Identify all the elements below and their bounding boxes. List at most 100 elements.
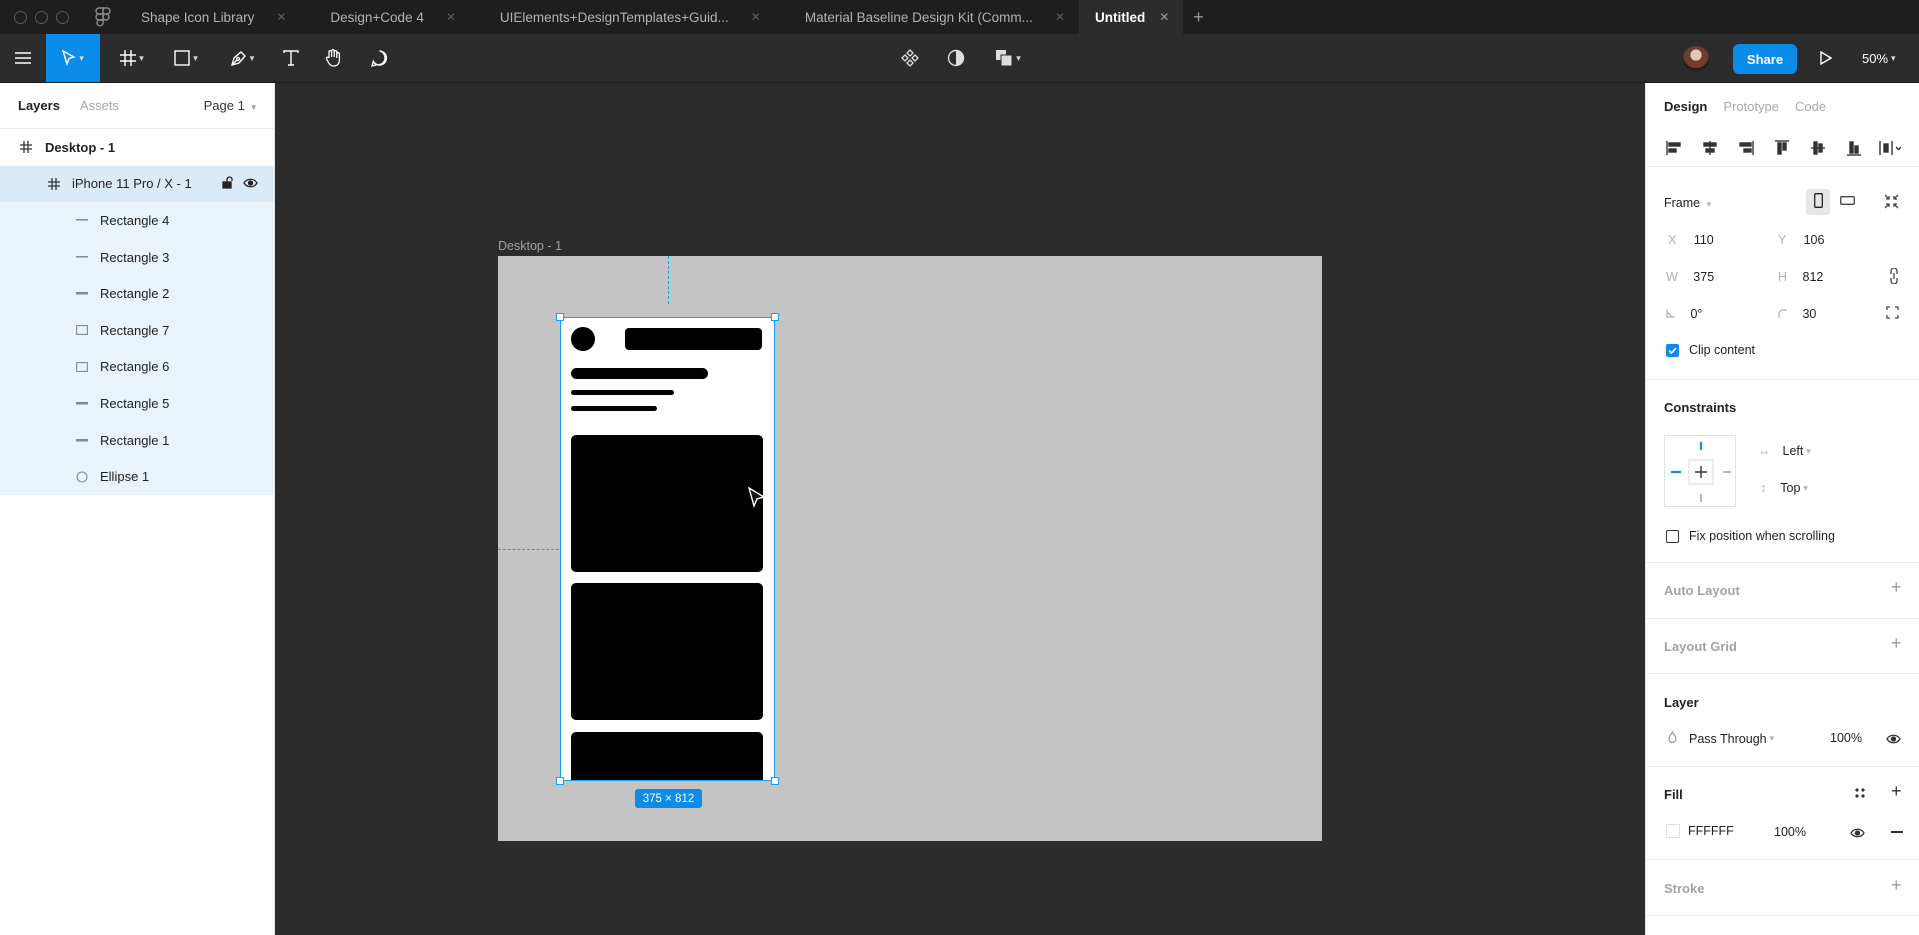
comment-tool-button[interactable] (364, 34, 394, 82)
resize-handle-bottom-left[interactable] (556, 777, 564, 785)
rotation-field[interactable]: 0° (1666, 307, 1702, 321)
tab-design-code-4[interactable]: Design+Code 4 ✕ (300, 0, 470, 34)
components-button[interactable] (896, 34, 924, 82)
close-tab-icon[interactable]: ✕ (276, 10, 286, 24)
tab-design[interactable]: Design (1664, 99, 1707, 114)
x-field[interactable]: X 110 (1668, 233, 1714, 247)
mask-button[interactable] (942, 34, 970, 82)
zoom-dropdown[interactable]: 50% ▾ (1862, 34, 1896, 82)
tab-code[interactable]: Code (1795, 99, 1826, 114)
resize-to-fit-button[interactable] (1884, 194, 1899, 212)
eye-visibility-icon[interactable] (243, 176, 258, 191)
layer-rectangle-7[interactable]: Rectangle 7 (0, 311, 274, 349)
new-tab-plus-icon[interactable]: + (1193, 7, 1204, 28)
height-field[interactable]: H 812 (1778, 270, 1823, 284)
layer-rectangle-2[interactable]: Rectangle 2 (0, 275, 274, 312)
layer-ellipse-1[interactable]: Ellipse 1 (0, 458, 274, 495)
fill-hex-value[interactable]: FFFFFF (1688, 824, 1734, 838)
width-field[interactable]: W 375 (1666, 270, 1714, 284)
align-bottom-icon[interactable] (1842, 136, 1866, 160)
layer-desktop-1[interactable]: Desktop - 1 (0, 129, 274, 166)
figma-logo-icon[interactable] (95, 7, 111, 27)
fill-visibility-eye-icon[interactable] (1850, 827, 1865, 841)
layer-rectangle-3[interactable]: Rectangle 3 (0, 238, 274, 276)
close-tab-icon[interactable]: ✕ (446, 10, 456, 24)
fill-styles-grid-icon[interactable] (1854, 787, 1866, 802)
fix-position-checkbox[interactable]: Fix position when scrolling (1666, 529, 1835, 543)
boolean-operations-button[interactable]: ▾ (988, 34, 1028, 82)
spacing-guide-horizontal (498, 549, 559, 550)
independent-corners-button[interactable] (1886, 306, 1899, 322)
tab-assets[interactable]: Assets (80, 98, 119, 113)
tab-shape-icon-library[interactable]: Shape Icon Library ✕ (111, 0, 300, 34)
tab-uielements[interactable]: UIElements+DesignTemplates+Guid... ✕ (470, 0, 775, 34)
fill-opacity-field[interactable]: 100% (1774, 825, 1806, 839)
align-vertical-center-icon[interactable] (1806, 136, 1830, 160)
section-divider (1646, 379, 1919, 380)
portrait-orientation-button[interactable] (1806, 189, 1830, 215)
main-menu-button[interactable] (8, 34, 38, 82)
pen-tool-button[interactable]: ▾ (222, 34, 262, 82)
align-horizontal-center-icon[interactable] (1698, 136, 1722, 160)
add-layout-grid-plus-icon[interactable]: + (1891, 633, 1902, 654)
remove-fill-minus-icon[interactable] (1891, 831, 1903, 833)
horizontal-constraint-dropdown[interactable]: ↔ Left ▾ (1758, 444, 1811, 458)
move-tool-button[interactable]: ▾ (46, 34, 100, 82)
landscape-orientation-button[interactable] (1840, 195, 1855, 209)
constrain-proportions-button[interactable] (1890, 267, 1898, 287)
add-auto-layout-plus-icon[interactable]: + (1891, 577, 1902, 598)
align-right-icon[interactable] (1734, 136, 1758, 160)
vertical-constraint-dropdown[interactable]: ↕ Top ▾ (1760, 481, 1808, 495)
layer-rectangle-6[interactable]: Rectangle 6 (0, 348, 274, 386)
constraints-widget[interactable] (1664, 435, 1736, 507)
resize-handle-top-right[interactable] (771, 313, 779, 321)
layer-rectangle-1[interactable]: Rectangle 1 (0, 421, 274, 459)
properties-panel: Design Prototype Code Frame ▾ X 110 Y 10… (1645, 83, 1919, 935)
layer-iphone-frame[interactable]: iPhone 11 Pro / X - 1 (0, 165, 274, 203)
tab-prototype[interactable]: Prototype (1723, 99, 1779, 114)
layer-rectangle-4[interactable]: Rectangle 4 (0, 202, 274, 239)
layer-rectangle-5[interactable]: Rectangle 5 (0, 385, 274, 422)
pen-icon (230, 50, 247, 67)
distribute-spacing-icon[interactable] (1878, 136, 1902, 160)
layer-opacity-field[interactable]: 100% (1830, 731, 1862, 745)
minimize-window-button[interactable] (35, 10, 48, 24)
frame-preset-dropdown[interactable]: Frame ▾ (1664, 196, 1711, 210)
frame-label: Frame (1664, 196, 1701, 210)
avatar[interactable] (1683, 46, 1709, 72)
fill-color-swatch[interactable] (1666, 824, 1680, 838)
clip-content-checkbox[interactable]: Clip content (1666, 343, 1755, 357)
present-button[interactable] (1816, 34, 1836, 82)
unlock-icon[interactable] (222, 176, 233, 192)
resize-handle-top-left[interactable] (556, 313, 564, 321)
shape-tool-button[interactable]: ▾ (166, 34, 206, 82)
layout-grid-title[interactable]: Layout Grid (1664, 639, 1737, 654)
share-button[interactable]: Share (1733, 44, 1797, 74)
close-tab-icon[interactable]: ✕ (751, 10, 761, 24)
layer-visibility-eye-icon[interactable] (1886, 733, 1901, 747)
close-tab-icon[interactable]: ✕ (1055, 10, 1065, 24)
tab-untitled[interactable]: Untitled ✕ (1078, 0, 1184, 34)
close-window-button[interactable] (14, 10, 27, 24)
tab-layers[interactable]: Layers (18, 98, 60, 113)
blend-mode-dropdown[interactable]: Pass Through ▾ (1668, 730, 1774, 746)
maximize-window-button[interactable] (56, 10, 69, 24)
fill-row[interactable]: FFFFFF (1666, 824, 1734, 838)
auto-layout-title[interactable]: Auto Layout (1664, 583, 1740, 598)
corner-radius-field[interactable]: 30 (1778, 307, 1816, 321)
page-selector[interactable]: Page 1 ▾ (204, 98, 256, 113)
layer-title: Layer (1664, 695, 1699, 710)
text-tool-button[interactable] (276, 34, 306, 82)
close-tab-icon[interactable]: ✕ (1159, 10, 1169, 24)
y-field[interactable]: Y 106 (1778, 233, 1824, 247)
align-top-icon[interactable] (1770, 136, 1794, 160)
tab-material-baseline[interactable]: Material Baseline Design Kit (Comm... ✕ (775, 0, 1079, 34)
design-canvas[interactable]: Desktop - 1 375 × 812 (275, 83, 1645, 935)
add-stroke-plus-icon[interactable]: + (1891, 875, 1902, 896)
add-fill-plus-icon[interactable]: + (1891, 781, 1902, 802)
frame-name-label[interactable]: Desktop - 1 (498, 239, 562, 253)
frame-tool-button[interactable]: ▾ (112, 34, 152, 82)
align-left-icon[interactable] (1662, 136, 1686, 160)
resize-handle-bottom-right[interactable] (771, 777, 779, 785)
hand-tool-button[interactable] (318, 34, 348, 82)
